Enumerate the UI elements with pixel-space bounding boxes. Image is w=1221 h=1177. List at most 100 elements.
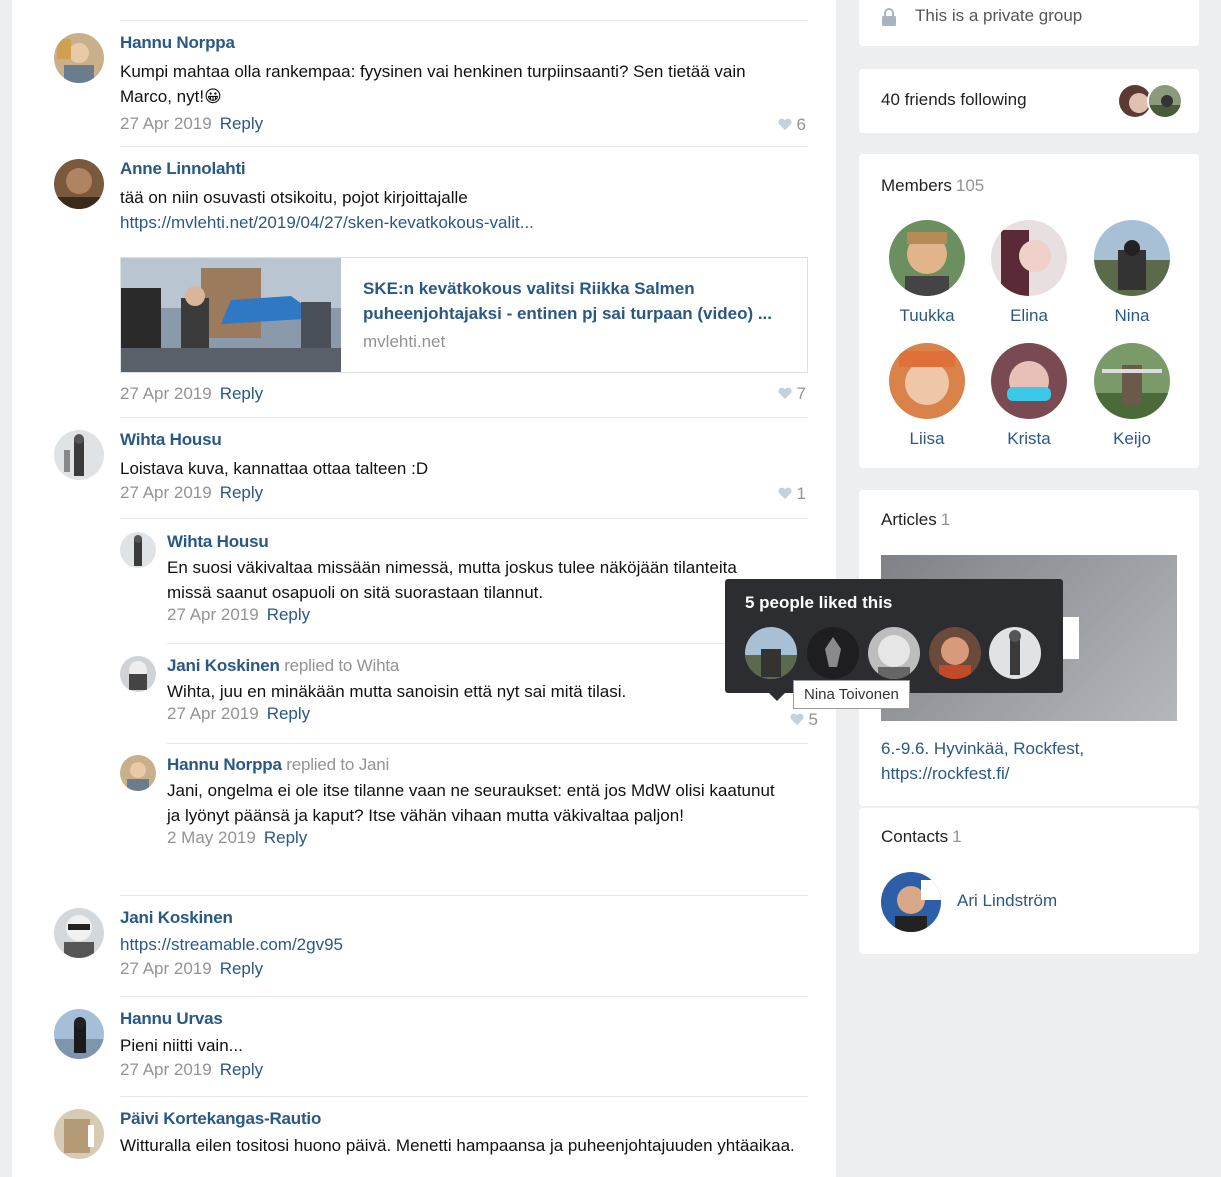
avatar[interactable] (54, 430, 104, 480)
tooltip-arrow (769, 693, 785, 701)
comment-text: Witturalla eilen tositosi huono päivä. M… (120, 1136, 795, 1155)
comment-link[interactable]: https://mvlehti.net/2019/04/27/sken-keva… (120, 210, 836, 235)
comment-date[interactable]: 27 Apr 2019 (120, 483, 212, 502)
comment-text: Loistava kuva, kannattaa ottaa talteen :… (120, 459, 429, 478)
avatar[interactable] (120, 532, 156, 568)
comment-text: Kumpi mahtaa olla rankempaa: fyysinen va… (120, 62, 746, 106)
like-count: 6 (796, 115, 806, 134)
comment-link[interactable]: https://streamable.com/2gv95 (120, 932, 836, 957)
divider (120, 996, 808, 997)
friends-following-block[interactable]: 40 friends following (859, 69, 1199, 133)
lock-icon (882, 8, 896, 26)
avatar[interactable] (889, 220, 965, 296)
comment-date[interactable]: 27 Apr 2019 (120, 384, 212, 403)
heart-icon (789, 713, 804, 726)
avatar[interactable] (54, 908, 104, 958)
avatar[interactable] (1094, 220, 1170, 296)
reply-button[interactable]: Reply (220, 959, 263, 978)
divider (120, 417, 808, 418)
comment-date[interactable]: 27 Apr 2019 (120, 959, 212, 978)
avatar[interactable] (54, 1109, 104, 1159)
article-link[interactable]: 6.-9.6. Hyvinkää, Rockfest, https://rock… (881, 736, 1141, 786)
articles-count: 1 (940, 510, 951, 529)
comment-text: Pieni niitti vain... (120, 1036, 243, 1055)
member-name[interactable]: Elina (989, 306, 1069, 326)
like-button[interactable]: 7 (777, 384, 806, 404)
member-nina[interactable]: Nina (1092, 220, 1172, 326)
member-name[interactable]: Krista (989, 429, 1069, 449)
comment-meta-row: 27 Apr 2019 Reply 7 (120, 384, 836, 404)
comment-author[interactable]: Anne Linnolahti (120, 159, 836, 179)
contact-name[interactable]: Ari Lindström (957, 891, 1057, 911)
like-count: 5 (808, 710, 818, 729)
member-tuukka[interactable]: Tuukka (887, 220, 967, 326)
comment-text: tää on niin osuvasti otsikoitu, pojot ki… (120, 188, 468, 207)
link-preview-card[interactable]: SKE:n kevätkokous valitsi Riikka Salmen … (120, 257, 808, 373)
comment-date[interactable]: 2 May 2019 (167, 828, 256, 847)
heart-icon (777, 387, 792, 400)
avatar[interactable] (991, 220, 1067, 296)
replied-to-label: replied to Wihta (284, 656, 400, 675)
like-button[interactable]: 6 (777, 115, 806, 135)
members-count: 105 (955, 176, 985, 195)
like-button[interactable]: 1 (777, 484, 806, 504)
avatar[interactable] (120, 656, 156, 692)
avatar[interactable] (54, 159, 104, 209)
comment-author[interactable]: Wihta Housu (120, 430, 836, 450)
reply-button[interactable]: Reply (220, 483, 263, 502)
avatar[interactable] (1094, 343, 1170, 419)
contacts-count: 1 (952, 827, 962, 846)
liker-avatar[interactable] (807, 627, 859, 679)
comment-date[interactable]: 27 Apr 2019 (167, 605, 259, 624)
contacts-title[interactable]: Contacts 1 (881, 827, 962, 847)
comment-date[interactable]: 27 Apr 2019 (167, 704, 259, 723)
comment-date[interactable]: 27 Apr 2019 (120, 114, 212, 133)
comment-author[interactable]: Wihta Housu (167, 532, 836, 552)
avatar[interactable] (991, 343, 1067, 419)
divider (120, 146, 808, 147)
comment-text: Jani, ongelma ei ole itse tilanne vaan n… (167, 781, 775, 825)
reply-button[interactable]: Reply (220, 384, 263, 403)
liker-avatar[interactable] (929, 627, 981, 679)
comment-author[interactable]: Hannu Norppa (120, 33, 836, 53)
reply-button[interactable]: Reply (267, 704, 310, 723)
like-button[interactable]: 5 (789, 710, 818, 730)
comment-author[interactable]: Jani Koskinen (120, 908, 836, 928)
comment-date[interactable]: 27 Apr 2019 (120, 1060, 212, 1079)
link-preview-title[interactable]: SKE:n kevätkokous valitsi Riikka Salmen … (363, 276, 793, 326)
member-name[interactable]: Keijo (1092, 429, 1172, 449)
comments-feed: Hannu Norppa Kumpi mahtaa olla rankempaa… (12, 0, 836, 1177)
liker-avatar[interactable] (745, 627, 797, 679)
member-name[interactable]: Tuukka (887, 306, 967, 326)
comment-author[interactable]: Hannu Urvas (120, 1009, 836, 1029)
liker-avatar[interactable] (989, 627, 1041, 679)
comment-author[interactable]: Hannu Norppa replied to Jani (167, 755, 836, 775)
member-krista[interactable]: Krista (989, 343, 1069, 449)
reply-button[interactable]: Reply (267, 605, 310, 624)
reply-button[interactable]: Reply (264, 828, 307, 847)
link-preview-image[interactable] (121, 258, 341, 372)
comment-author[interactable]: Päivi Kortekangas-Rautio (120, 1109, 836, 1129)
divider (167, 643, 808, 644)
member-name[interactable]: Nina (1092, 306, 1172, 326)
liker-avatar[interactable] (868, 627, 920, 679)
avatar[interactable] (54, 1009, 104, 1059)
members-title[interactable]: Members 105 (881, 176, 984, 196)
heart-icon (777, 118, 792, 131)
articles-title[interactable]: Articles 1 (881, 510, 950, 530)
friend-avatar[interactable] (1147, 83, 1183, 119)
divider (120, 895, 808, 896)
avatar[interactable] (120, 755, 156, 791)
reply-button[interactable]: Reply (220, 1060, 263, 1079)
link-preview-domain: mvlehti.net (363, 332, 446, 351)
avatar[interactable] (881, 872, 941, 932)
member-elina[interactable]: Elina (989, 220, 1069, 326)
avatar[interactable] (889, 343, 965, 419)
reply-button[interactable]: Reply (220, 114, 263, 133)
friends-following-label[interactable]: 40 friends following (881, 90, 1027, 110)
likes-tooltip-title[interactable]: 5 people liked this (745, 593, 892, 613)
member-keijo[interactable]: Keijo (1092, 343, 1172, 449)
avatar[interactable] (54, 33, 104, 83)
member-liisa[interactable]: Liisa (887, 343, 967, 449)
member-name[interactable]: Liisa (887, 429, 967, 449)
